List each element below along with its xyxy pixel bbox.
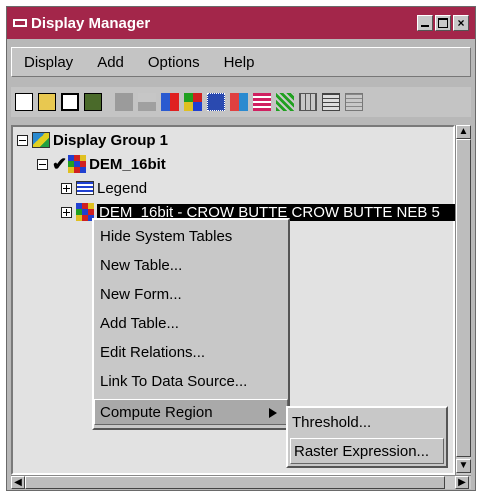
maximize-button[interactable] — [435, 15, 451, 31]
menu-item-threshold[interactable]: Threshold... — [292, 410, 371, 436]
expand-icon[interactable] — [61, 182, 72, 194]
menu-add[interactable]: Add — [85, 54, 136, 71]
grid-icon[interactable] — [230, 93, 248, 111]
legend-label: Legend — [97, 179, 148, 197]
tree-row-layer[interactable]: ✔ DEM_16bit — [37, 153, 166, 175]
menu-item-compute-region[interactable]: Compute Region — [94, 399, 288, 425]
collapse-icon[interactable] — [37, 158, 48, 170]
legend-icon — [76, 181, 94, 195]
menu-item-new-form[interactable]: New Form... — [100, 282, 282, 308]
new-icon[interactable] — [15, 93, 33, 111]
vertical-scrollbar[interactable]: ▲ ▼ — [455, 125, 471, 475]
menu-item-new-table[interactable]: New Table... — [100, 253, 282, 279]
menu-bar: Display Add Options Help — [11, 47, 471, 77]
layer-label: DEM_16bit — [89, 155, 166, 173]
scroll-up-button[interactable]: ▲ — [456, 125, 471, 139]
tree-row-group[interactable]: Display Group 1 — [17, 129, 168, 151]
window-menu-icon[interactable] — [13, 19, 27, 27]
open-icon[interactable] — [38, 93, 56, 111]
table-icon[interactable] — [253, 93, 271, 111]
scroll-right-button[interactable]: ▶ — [455, 476, 469, 489]
menu-item-add-table[interactable]: Add Table... — [100, 311, 282, 337]
minimize-button[interactable] — [417, 15, 433, 31]
window-title: Display Manager — [31, 14, 151, 32]
menu-options[interactable]: Options — [136, 54, 212, 71]
checkmark-icon[interactable]: ✔ — [52, 154, 67, 175]
list-icon[interactable] — [345, 93, 363, 111]
scroll-thumb-horizontal[interactable] — [25, 476, 445, 489]
title-bar[interactable]: Display Manager × — [7, 7, 475, 39]
scroll-left-button[interactable]: ◀ — [11, 476, 25, 489]
group-icon — [32, 132, 50, 148]
vehicle-icon[interactable] — [138, 93, 156, 111]
context-menu: Hide System Tables New Table... New Form… — [92, 218, 290, 430]
legend-icon[interactable] — [299, 93, 317, 111]
raster-icon[interactable] — [184, 93, 202, 111]
scroll-down-button[interactable]: ▼ — [456, 459, 471, 473]
submenu-compute-region: Threshold... Raster Expression... — [286, 406, 448, 468]
menu-item-edit-relations[interactable]: Edit Relations... — [100, 340, 282, 366]
network-icon[interactable] — [276, 93, 294, 111]
menu-display[interactable]: Display — [12, 54, 85, 71]
add-layer-icon[interactable] — [161, 93, 179, 111]
expand-icon[interactable] — [61, 206, 72, 218]
menu-item-raster-expression[interactable]: Raster Expression... — [290, 438, 444, 464]
save-icon[interactable] — [61, 93, 79, 111]
image-icon[interactable] — [207, 93, 225, 111]
print-icon[interactable] — [84, 93, 102, 111]
horizontal-scrollbar[interactable]: ◀ ▶ — [11, 475, 471, 489]
submenu-arrow-icon — [269, 408, 277, 418]
menu-help[interactable]: Help — [212, 54, 267, 71]
layer-icon[interactable] — [115, 93, 133, 111]
group-label: Display Group 1 — [53, 131, 169, 149]
raster-layer-icon — [68, 155, 87, 173]
close-button[interactable]: × — [453, 15, 469, 31]
compute-region-label: Compute Region — [100, 404, 213, 421]
scroll-thumb[interactable] — [456, 139, 471, 457]
tree-row-legend[interactable]: Legend — [61, 177, 147, 199]
collapse-icon[interactable] — [17, 134, 28, 146]
menu-item-hide-system-tables[interactable]: Hide System Tables — [100, 224, 282, 250]
menu-item-link-data-source[interactable]: Link To Data Source... — [100, 369, 282, 395]
database-icon[interactable] — [322, 93, 340, 111]
toolbar — [11, 87, 471, 117]
